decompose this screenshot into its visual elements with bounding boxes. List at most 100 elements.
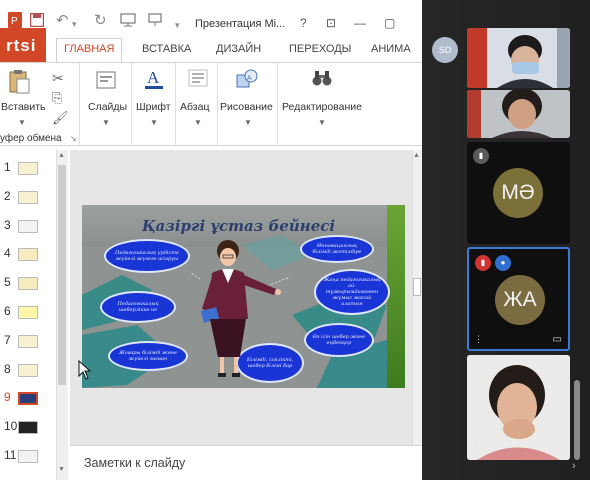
slide-thumbnail-image <box>18 421 38 435</box>
participant-5-video <box>467 355 570 460</box>
shapes-icon[interactable]: A <box>236 69 258 94</box>
drawing-dropdown-icon[interactable]: ▼ <box>244 118 252 127</box>
editing-group: Редактирование ▼ <box>280 63 372 145</box>
editing-label[interactable]: Редактирование <box>282 101 362 113</box>
file-tab[interactable]: rtsi <box>0 28 46 66</box>
slide-thumbnail-image <box>18 392 38 406</box>
slide-thumbnail-image <box>18 219 38 233</box>
drawing-label[interactable]: Рисование <box>220 101 273 113</box>
slide-green-bar <box>387 205 405 388</box>
slide-thumbnail-3[interactable]: 3 <box>0 214 56 238</box>
redo-icon[interactable]: ↻ <box>94 13 107 29</box>
slide-thumbnail-9[interactable]: 9 <box>0 386 56 410</box>
font-label[interactable]: Шрифт <box>136 101 171 113</box>
customize-qat-icon[interactable]: ▾ <box>175 17 180 33</box>
participant-1-video <box>467 28 570 88</box>
tab-transitions[interactable]: ПЕРЕХОДЫ <box>289 43 351 55</box>
slide-thumbnail-number: 11 <box>4 448 17 462</box>
font-icon[interactable]: A <box>144 67 164 96</box>
undo-dropdown-icon[interactable]: ▾ <box>72 16 77 32</box>
slide-thumbnail-image <box>18 248 38 262</box>
more-options-icon[interactable]: ⋮ <box>474 334 483 345</box>
slide-thumbnail-5[interactable]: 5 <box>0 271 56 295</box>
cut-icon[interactable]: ✂ <box>52 67 64 89</box>
font-dropdown-icon[interactable]: ▼ <box>150 118 158 127</box>
slide-thumbnail-10[interactable]: 10 <box>0 415 56 439</box>
editor-scroll-up-icon[interactable]: ▲ <box>413 152 420 159</box>
notes-pane[interactable]: Заметки к слайду <box>70 445 422 480</box>
help-button[interactable]: ? <box>300 16 307 30</box>
paste-icon[interactable] <box>8 69 30 100</box>
slides-dropdown-icon[interactable]: ▼ <box>102 118 110 127</box>
participant-tile-4[interactable]: ▮ ● ЖА ⋮ ▭ <box>467 247 570 351</box>
slide-thumbnail-6[interactable]: 6 <box>0 300 56 324</box>
paste-dropdown-icon[interactable]: ▼ <box>18 118 26 127</box>
slide-thumbnail-number: 2 <box>4 188 11 203</box>
notes-placeholder: Заметки к слайду <box>84 456 186 470</box>
teacher-illustration <box>190 240 290 377</box>
presenter-view-icon[interactable] <box>148 13 162 31</box>
slide-thumbnail-11[interactable]: 11 <box>0 444 56 468</box>
paragraph-label[interactable]: Абзац <box>180 101 209 113</box>
slide-thumbnail-number: 4 <box>4 246 11 261</box>
slide-thumbnails-pane: 1 2 3 4 5 6 7 8 9 10 11 <box>0 150 56 480</box>
paragraph-icon[interactable] <box>188 69 208 92</box>
slide-thumbnail-number: 3 <box>4 217 11 232</box>
self-avatar: SD <box>432 37 458 63</box>
current-slide: Қазіргі ұстаз бейнесі Педагогикалық үрді… <box>82 205 405 388</box>
editor-scroll-thumb[interactable] <box>413 278 421 296</box>
video-call-panel: SD ▮ МӘ ▮ ● ЖА ⋮ ▭ ⋮ › <box>422 0 590 480</box>
thumbnails-scroll-thumb[interactable] <box>58 165 66 385</box>
participant-tile-3[interactable]: ▮ МӘ <box>467 142 570 244</box>
chevron-right-icon[interactable]: › <box>572 460 576 472</box>
slide-thumbnail-image <box>18 277 38 291</box>
participant-tile-5[interactable]: ⋮ <box>467 355 570 460</box>
undo-icon[interactable]: ↶ <box>56 13 69 29</box>
slide-thumbnail-8[interactable]: 8 <box>0 358 56 382</box>
slide-thumbnail-2[interactable]: 2 <box>0 185 56 209</box>
slide-thumbnail-image <box>18 363 38 377</box>
slide-thumbnail-number: 10 <box>4 419 18 434</box>
paste-label[interactable]: Вставить <box>1 101 46 113</box>
thumbnails-scroll-up-icon[interactable]: ▲ <box>58 152 65 159</box>
format-painter-icon[interactable]: 🖌 <box>52 107 69 129</box>
participant-tile-1[interactable] <box>467 28 570 88</box>
pin-icon[interactable]: ● <box>495 255 511 271</box>
screen-share-icon[interactable]: ▭ <box>553 334 562 345</box>
paragraph-dropdown-icon[interactable]: ▼ <box>194 118 202 127</box>
font-group: A Шрифт ▼ <box>134 63 176 145</box>
maximize-button[interactable]: ▢ <box>384 16 395 30</box>
tab-design[interactable]: ДИЗАЙН <box>216 43 261 55</box>
slide-thumbnail-7[interactable]: 7 <box>0 329 56 353</box>
self-view[interactable]: SD <box>422 28 466 88</box>
slide-thumbnail-number: 5 <box>4 275 11 290</box>
thumbnails-scroll-down-icon[interactable]: ▼ <box>58 466 65 473</box>
ribbon: Вставить ▼ ✂ ⎘ 🖌 Слайды ▼ A Шрифт ▼ Абза… <box>0 62 422 146</box>
slide-thumbnail-4[interactable]: 4 <box>0 242 56 266</box>
ribbon-display-options-button[interactable]: ⊡ <box>326 16 336 30</box>
slide-thumbnail-image <box>18 162 38 175</box>
video-panel-scrollbar[interactable] <box>574 380 580 460</box>
slides-icon[interactable] <box>96 71 116 94</box>
svg-text:A: A <box>147 68 160 87</box>
slide-thumbnail-1[interactable]: 1 <box>0 156 56 180</box>
more-options-icon-2[interactable]: ⋮ <box>472 445 481 456</box>
copy-icon[interactable]: ⎘ <box>52 87 62 109</box>
clipboard-launcher-icon[interactable]: ↘ <box>70 134 77 143</box>
tab-insert[interactable]: ВСТАВКА <box>142 43 191 55</box>
binoculars-icon[interactable] <box>312 69 332 92</box>
participant-3-avatar: МӘ <box>493 168 543 218</box>
slide-editor-scrollbar[interactable] <box>412 150 422 450</box>
tab-animations[interactable]: АНИМА <box>371 43 411 55</box>
minimize-button[interactable]: — <box>354 16 366 30</box>
tab-home[interactable]: ГЛАВНАЯ <box>64 43 114 55</box>
participant-tile-2[interactable] <box>467 90 570 138</box>
editing-dropdown-icon[interactable]: ▼ <box>318 118 326 127</box>
paragraph-group: Абзац ▼ <box>178 63 218 145</box>
title-bar: P ↶ ▾ ↻ ▾ Презентация Mi... ? ⊡ — ▢ <box>0 0 422 40</box>
slide-thumbnail-image <box>18 306 38 319</box>
bubble-3-text: Жоғары білімді және жүйелі маман <box>119 350 177 362</box>
start-from-beginning-icon[interactable] <box>120 13 136 31</box>
slides-label[interactable]: Слайды <box>88 101 127 113</box>
bubble-2-text: Педагогикалық шеберлікке ие <box>117 301 159 313</box>
